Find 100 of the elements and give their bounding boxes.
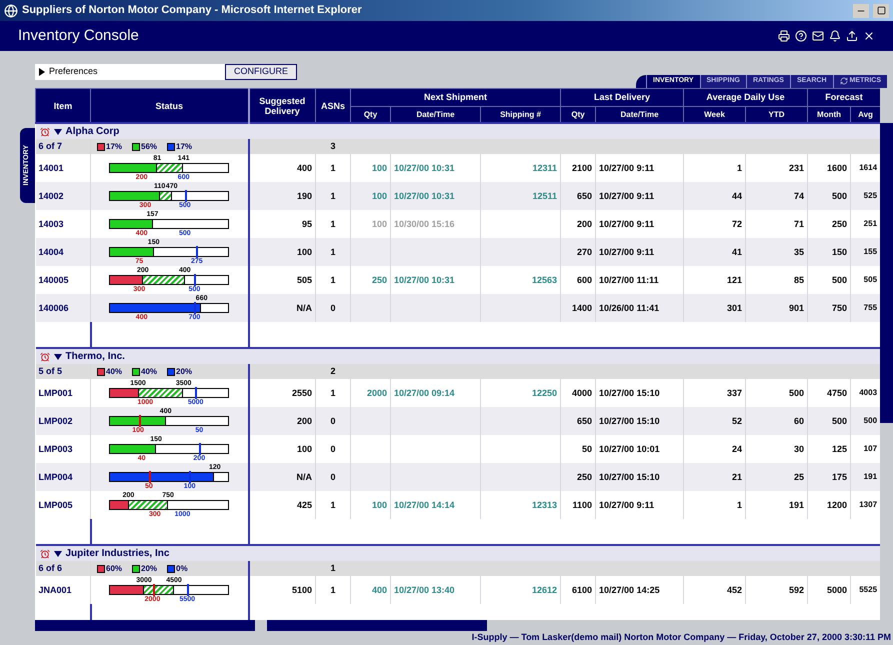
column-header: Suggested Delivery: [259, 96, 306, 116]
table-cell: 74: [794, 190, 804, 201]
window-title: Suppliers of Norton Motor Company - Microsoft Internet Explorer: [22, 3, 363, 18]
caret-icon[interactable]: [54, 550, 62, 557]
print-icon[interactable]: [778, 30, 790, 42]
table-cell: 10/27/00 15:10: [599, 416, 660, 426]
column-header: Date/Time: [620, 110, 659, 119]
table-cell: 100: [372, 162, 387, 173]
legend-percent: 60%: [106, 562, 122, 575]
table-cell: 12311: [532, 162, 558, 173]
legend-percent: 40%: [141, 366, 158, 378]
legend-swatch: [132, 368, 140, 376]
help-icon[interactable]: [795, 30, 807, 42]
table-cell: 10/27/00 11:11: [599, 274, 659, 285]
legend-swatch: [132, 142, 140, 151]
table-cell: 10/27/00 10:31: [394, 190, 455, 201]
legend-percent: 17%: [106, 140, 122, 153]
table-cell: 150: [832, 246, 848, 257]
legend-percent: 17%: [176, 140, 192, 153]
column-header: Month: [817, 110, 842, 119]
table-cell: 100: [296, 444, 312, 454]
close-icon[interactable]: [863, 30, 875, 42]
column-header: Week: [704, 110, 725, 119]
table-cell: 1614: [859, 163, 878, 172]
supplier-name: Alpha Corp: [66, 125, 120, 140]
legend-percent: 56%: [141, 140, 158, 153]
table-cell: 100: [296, 246, 312, 257]
table-cell: 400: [296, 162, 312, 173]
upload-icon[interactable]: [846, 30, 858, 42]
group-header[interactable]: Thermo, Inc.: [36, 348, 880, 364]
column-header: Status: [155, 100, 183, 111]
minimize-button[interactable]: [853, 4, 869, 18]
table-cell: 901: [789, 302, 804, 313]
table-cell: 1: [330, 388, 336, 398]
table-cell: 2550: [292, 388, 312, 398]
table-cell: 10/27/00 9:11: [599, 190, 654, 201]
table-cell: 10/27/00 14:14: [394, 500, 455, 510]
table-cell: 10/30/00 15:16: [394, 218, 455, 229]
table-cell: 500: [789, 388, 804, 398]
column-header: YTD: [768, 110, 785, 119]
table-cell: 191: [864, 472, 878, 482]
table-cell: 500: [832, 190, 848, 201]
column-header: Forecast: [825, 92, 863, 102]
table-cell: 1200: [827, 500, 848, 510]
supplier-name: Thermo, Inc.: [66, 350, 125, 364]
restore-button[interactable]: [873, 4, 889, 18]
item-id: 14004: [38, 246, 64, 257]
table-cell: N/A: [296, 302, 312, 313]
item-id: LMP002: [38, 416, 73, 426]
legend-swatch: [132, 564, 140, 573]
preferences-text: Preferences: [49, 64, 98, 78]
table-cell: 72: [732, 218, 742, 229]
table-cell: 1: [330, 218, 336, 229]
legend-percent: 20%: [176, 366, 192, 378]
caret-icon[interactable]: [54, 354, 62, 360]
group-header[interactable]: Jupiter Industries, Inc: [36, 545, 880, 562]
table-cell: 200: [577, 218, 592, 229]
column-header: ASNs: [320, 100, 345, 111]
table-cell: 10/27/00 9:11: [599, 246, 654, 257]
table-cell: 5100: [292, 584, 312, 595]
restore-icon: [876, 6, 886, 16]
alarm-icon: [40, 352, 50, 362]
table-cell: 10/27/00 13:40: [394, 584, 455, 595]
column-header: Average Daily Use: [706, 92, 785, 102]
table-cell: 25: [794, 472, 804, 482]
table-cell: 500: [832, 416, 848, 426]
column-header: Shipping #: [500, 110, 541, 119]
table-cell: 10/27/00 9:11: [599, 500, 654, 510]
table-cell: 2100: [572, 162, 592, 173]
table-cell: 10/27/00 10:31: [394, 274, 455, 285]
table-cell: 1307: [859, 500, 878, 510]
table-cell: 100: [372, 218, 387, 229]
table-cell: 452: [727, 584, 742, 595]
column-header: Qty: [364, 110, 378, 119]
configure-button[interactable]: CONFIGURE: [225, 64, 297, 80]
mail-icon[interactable]: [812, 30, 824, 42]
table-cell: 71: [794, 218, 804, 229]
item-id: JNA001: [38, 584, 72, 595]
table-cell: 1: [330, 246, 336, 257]
table-cell: 10/27/00 9:11: [599, 162, 654, 173]
table-cell: 505: [296, 274, 312, 285]
table-cell: 301: [727, 302, 742, 313]
status-text: I-Supply — Tom Lasker(demo mail) Norton Motor Company — Friday, October 27, 2000 3:30:11 PM: [472, 631, 891, 644]
refresh-icon: [840, 77, 848, 86]
column-header: Qty: [571, 110, 585, 119]
item-id: 14002: [38, 190, 64, 201]
preferences-field[interactable]: Preferences: [35, 64, 225, 80]
group-header[interactable]: Alpha Corp: [36, 123, 880, 140]
table-cell: 250: [577, 472, 592, 482]
table-cell: 6100: [572, 584, 592, 595]
table-cell: 1: [330, 190, 336, 201]
table-cell: 250: [372, 274, 387, 285]
item-id: 140006: [38, 302, 69, 313]
table-cell: 100: [372, 190, 387, 201]
caret-icon[interactable]: [54, 128, 62, 135]
bell-icon[interactable]: [829, 30, 841, 42]
table-cell: 1: [330, 162, 336, 173]
table-cell: 10/27/00 14:25: [599, 584, 660, 595]
horizontal-scrollbar[interactable]: [35, 620, 893, 632]
item-id: LMP004: [38, 472, 73, 482]
